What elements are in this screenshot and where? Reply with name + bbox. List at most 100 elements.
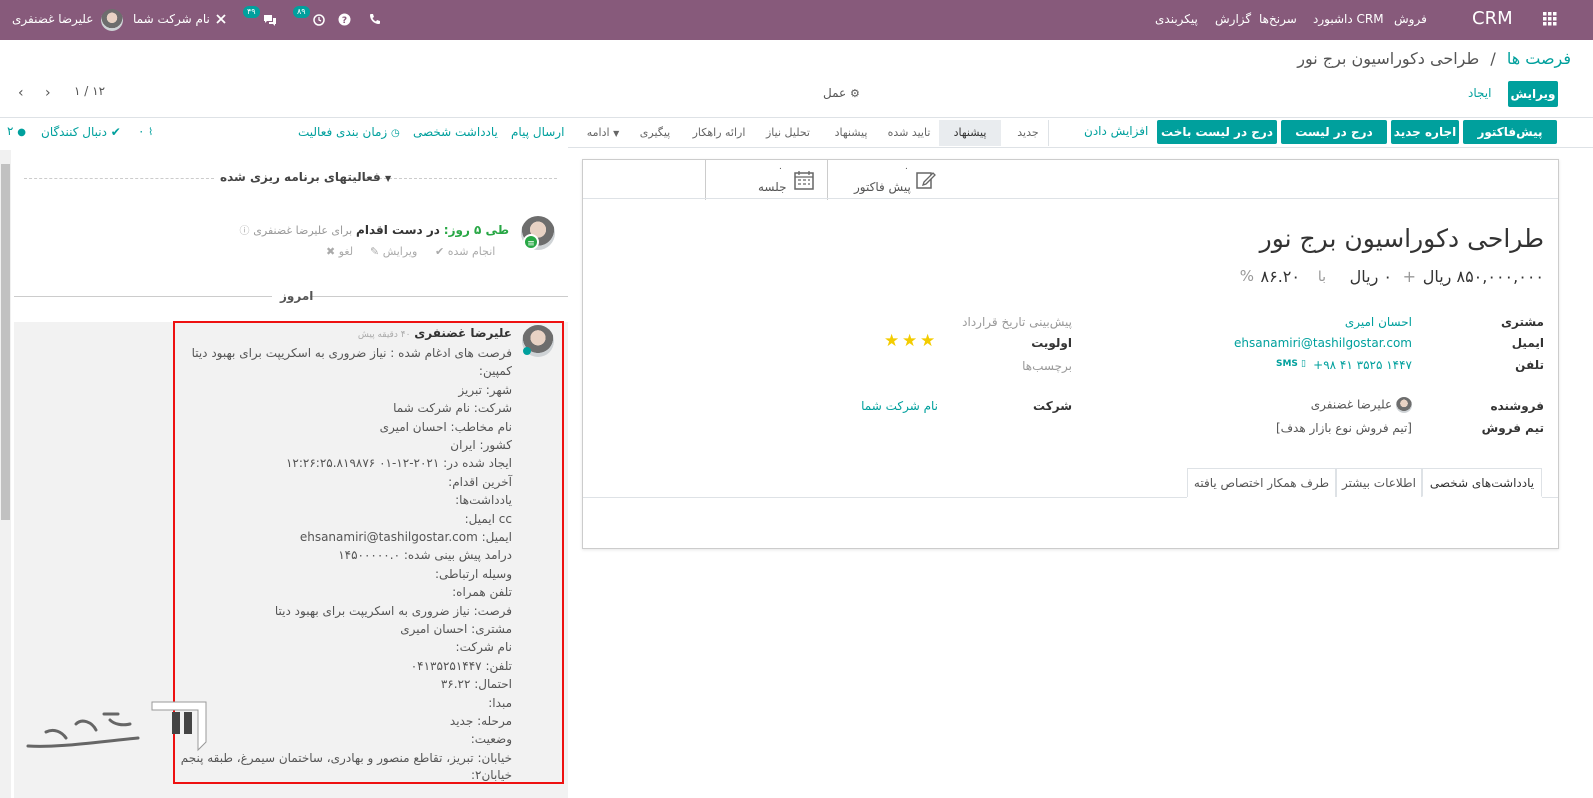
log-note-button[interactable]: یادداشت شخصی: [413, 125, 498, 139]
stage-needs-analysis[interactable]: تحلیل نیاز: [756, 120, 820, 146]
phone-label: تلفن: [1515, 358, 1544, 372]
create-button[interactable]: ایجاد: [1468, 86, 1491, 100]
stage-more-dropdown[interactable]: ادامه ▼: [580, 120, 626, 146]
new-quote-button[interactable]: پیش‌فاکتور جدید: [1463, 120, 1557, 163]
breadcrumb-opportunities[interactable]: فرصت ها: [1507, 49, 1571, 68]
new-rental-button[interactable]: اجاره جدید: [1391, 120, 1459, 144]
debug-tools-icon[interactable]: [215, 0, 227, 40]
message-line: خیابان: تبریز، تقاطع منصور و بهادری، ساخ…: [180, 751, 512, 765]
close-icon: ✖: [326, 245, 336, 258]
customer-field[interactable]: احسان امیری: [1345, 315, 1412, 329]
send-message-button[interactable]: ارسال پیام: [511, 125, 564, 139]
message-time: ۴۰ دقیقه پیش: [357, 330, 411, 340]
user-avatar: [101, 8, 124, 31]
email-field[interactable]: ehsanamiri@tashilgostar.com: [1234, 336, 1412, 350]
revenue-plus: +: [1402, 267, 1416, 286]
stage-follow-up[interactable]: پیگیری: [630, 120, 680, 146]
attachments-count: ۰: [138, 124, 145, 138]
tab-assigned-partner[interactable]: طرف همکار اختصاص یافته: [1187, 468, 1336, 497]
follow-label: دنبال کنندگان: [41, 125, 107, 139]
pager-value[interactable]: ۱ / ۱۲: [74, 84, 105, 98]
salesperson-field[interactable]: علیرضا غضنفری: [1311, 397, 1412, 413]
message-line: احتمال: ۳۶.۲۲: [440, 677, 512, 691]
tags-field[interactable]: برچسب‌ها: [1022, 359, 1072, 373]
schedule-activity-button[interactable]: زمان بندی فعالیت ◷: [298, 125, 400, 139]
scrollbar-thumb[interactable]: [1, 164, 10, 520]
today-separator: امروز: [280, 289, 314, 303]
message-line: تلفن همراه:: [452, 585, 512, 599]
follow-button[interactable]: دنبال کنندگان ✔: [41, 125, 121, 139]
email-label: ایمیل: [1511, 336, 1544, 350]
edit-button[interactable]: ویرایش: [1508, 81, 1558, 107]
message-line: آخرین اقدام:: [448, 475, 512, 489]
pager-previous-icon[interactable]: ‹: [18, 85, 24, 101]
chat-count-badge: ۴۹: [243, 6, 260, 18]
tab-personal-notes[interactable]: یادداشت‌های شخصی: [1422, 468, 1542, 497]
menu-crm-dashboard[interactable]: داشبورد CRM: [1313, 0, 1384, 40]
menu-configuration[interactable]: پیکربندی: [1155, 0, 1198, 40]
caret-down-icon: ▼: [613, 129, 620, 138]
attachments-button[interactable]: ۰ ⌇: [138, 124, 153, 138]
chatter-scrollbar[interactable]: [0, 150, 11, 798]
app-name[interactable]: CRM: [1472, 0, 1513, 40]
stage-solution[interactable]: ارائه راهکار: [685, 120, 753, 146]
menu-sales[interactable]: فروش: [1394, 0, 1427, 40]
message-author[interactable]: علیرضا غضنفری: [414, 326, 512, 340]
priority-star-1[interactable]: ★: [884, 331, 899, 351]
stage-proposal-active[interactable]: پیشنهاد: [939, 120, 1001, 146]
stage-more-label: ادامه: [586, 126, 610, 139]
apps-grid-icon[interactable]: [1543, 0, 1557, 40]
activity-edit-button[interactable]: ✎ ویرایش: [370, 245, 417, 258]
tab-extra-info[interactable]: اطلاعات بیشتر: [1336, 468, 1422, 497]
stage-new[interactable]: جدید: [1008, 120, 1048, 146]
sales-team-label: تیم فروش: [1481, 421, 1544, 435]
activity-line: طی ۵ روز: در دست اقدام برای علیرضا غضنفر…: [239, 222, 509, 237]
pencil-icon: ✎: [370, 245, 380, 258]
chat-icon: [264, 14, 277, 26]
planned-activities-toggle[interactable]: فعالیتهای برنامه ریزی شده ▼: [220, 170, 391, 184]
followers-button[interactable]: ۲ ●: [7, 124, 26, 138]
clock-icon: [313, 13, 326, 26]
meeting-label: جلسه: [758, 180, 787, 194]
action-menu[interactable]: عمل ⚙: [823, 86, 860, 100]
followers-count: ۲: [7, 124, 14, 138]
add-to-losses-button[interactable]: درج در لیست باخت ها: [1157, 120, 1277, 163]
info-icon[interactable]: ⓘ: [239, 226, 249, 237]
activity-cancel-button[interactable]: ✖ لغو: [326, 245, 353, 258]
meeting-smart-button[interactable]: ۰ جلسه: [705, 160, 827, 200]
message-line: خیابان۲:: [470, 768, 512, 782]
priority-star-2[interactable]: ★: [902, 331, 917, 351]
stage-approved[interactable]: تایید شده: [880, 120, 938, 146]
message-line: یادداشت‌ها:: [455, 493, 512, 507]
activity-done-button[interactable]: ✔ انجام شده: [435, 245, 495, 258]
activity-menu[interactable]: ۸۹: [293, 0, 326, 40]
messaging-menu[interactable]: ۴۹: [243, 0, 277, 40]
online-status-icon: [523, 347, 531, 355]
message-line: ایجاد شده در: ۲۰۲۱-۱۲-۰۱ ۱۲:۲۶:۲۵.۸۱۹۸۷۶: [285, 456, 512, 470]
priority-star-3[interactable]: ★: [920, 331, 935, 351]
increase-button[interactable]: افزایش دادن: [1084, 124, 1148, 138]
add-to-boards-button[interactable]: درج در لیست بردها: [1281, 120, 1387, 163]
sms-button[interactable]: SMS ▯: [1276, 359, 1306, 369]
sales-team-field[interactable]: [تیم فروش نوع بازار هدف]: [1276, 421, 1412, 435]
action-menu-label: عمل: [823, 86, 847, 100]
activity-assignee: برای علیرضا غضنفری: [253, 224, 353, 237]
stage-proposal[interactable]: پیشنهاد: [824, 120, 878, 146]
activity-done-label: انجام شده: [447, 245, 496, 258]
svg-text:?: ?: [342, 16, 347, 26]
expected-close-date-field[interactable]: پیش‌بینی تاریخ قرارداد: [962, 315, 1072, 329]
check-icon: ✔: [110, 125, 121, 139]
user-menu[interactable]: علیرضا غضنفری: [12, 0, 124, 40]
phone-icon[interactable]: [369, 0, 381, 40]
phone-field[interactable]: +۹۸ ۴۱ ۳۵۲۵ ۱۴۴۷: [1313, 358, 1412, 372]
help-icon[interactable]: ?: [338, 0, 351, 40]
message-author-avatar[interactable]: [522, 325, 554, 357]
activity-avatar: ≡: [521, 216, 555, 250]
company-switcher[interactable]: نام شرکت شما: [133, 0, 210, 40]
menu-reporting[interactable]: گزارش: [1215, 0, 1251, 40]
menu-leads[interactable]: سرنخ‌ها: [1259, 0, 1297, 40]
message-line: مرحله: جدید: [449, 714, 512, 728]
quote-smart-button[interactable]: ۰ پیش فاکتور: [827, 160, 949, 200]
pager-next-icon[interactable]: ›: [45, 85, 51, 101]
company-field[interactable]: نام شرکت شما: [861, 399, 938, 413]
